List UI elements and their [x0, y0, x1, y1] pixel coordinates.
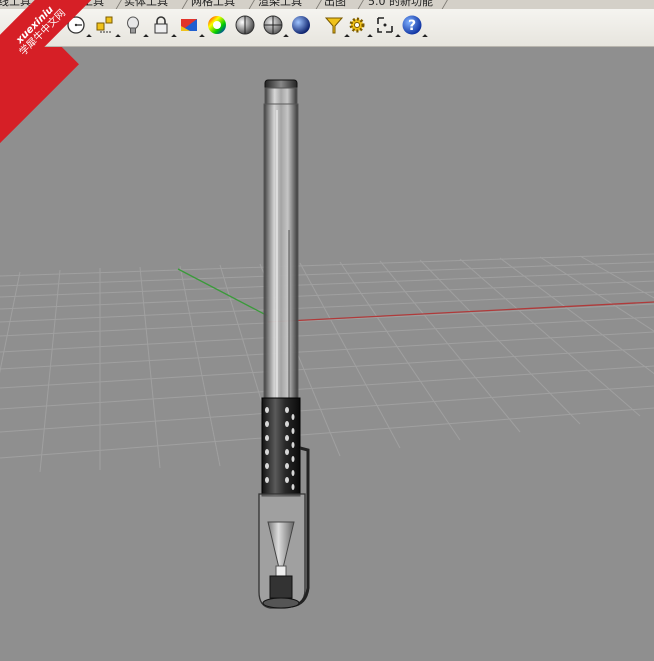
dropdown-arrow-icon — [143, 34, 149, 40]
viewport-canvas — [0, 79, 654, 609]
tab-whats-new[interactable]: 5.0 的新功能 — [362, 0, 439, 9]
watermark-badge: xuexiniu 学犀牛中文网 — [0, 0, 110, 90]
blue-sphere-icon[interactable] — [289, 13, 313, 37]
tab-mesh-tools[interactable]: 网格工具 — [185, 0, 241, 9]
dropdown-arrow-icon — [422, 34, 428, 40]
help-icon[interactable]: ? — [400, 13, 428, 40]
svg-text:?: ? — [408, 18, 416, 34]
color-wheel-icon[interactable] — [205, 13, 229, 37]
dropdown-arrow-icon — [283, 34, 289, 40]
tab-render-tools[interactable]: 渲染工具 — [252, 0, 308, 9]
rendered-sphere-icon[interactable] — [261, 13, 289, 40]
lock-icon[interactable] — [149, 13, 177, 40]
x-axis-line — [267, 301, 654, 323]
align-bracket-icon[interactable] — [373, 13, 401, 40]
gear-settings-icon[interactable] — [345, 13, 373, 40]
dropdown-arrow-icon — [115, 34, 121, 40]
construction-grid — [0, 253, 654, 473]
lightbulb-icon[interactable] — [121, 13, 149, 40]
dropdown-arrow-icon — [199, 34, 205, 40]
render-material-icon[interactable] — [177, 13, 205, 40]
shaded-sphere-icon[interactable] — [233, 13, 257, 37]
filter-icon[interactable] — [322, 13, 350, 40]
pen-3d-model[interactable] — [258, 79, 310, 609]
tab-drafting[interactable]: 出图 — [318, 0, 352, 9]
dropdown-arrow-icon — [171, 34, 177, 40]
tab-solid-tools[interactable]: 实体工具 — [118, 0, 174, 9]
perspective-viewport[interactable] — [0, 47, 654, 661]
dropdown-arrow-icon — [367, 34, 373, 40]
